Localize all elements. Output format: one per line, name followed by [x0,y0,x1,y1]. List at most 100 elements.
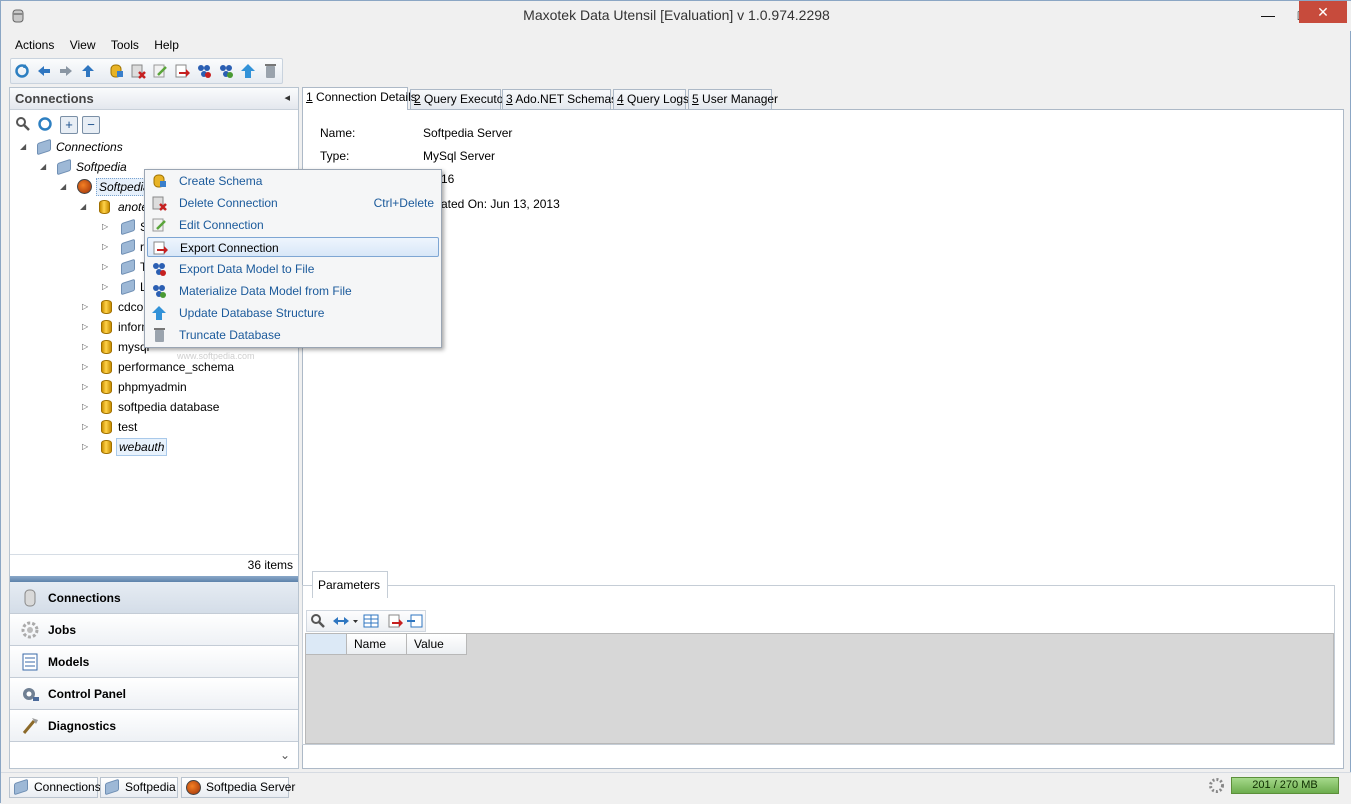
tab-connection-details[interactable]: 1 Connection Details [302,87,417,110]
menu-item-materialize-data-model[interactable]: Materialize Data Model from File [147,281,439,301]
control-panel-icon [20,684,40,704]
folder-icon [121,258,135,276]
search-icon[interactable] [310,613,326,629]
update-db-icon[interactable] [240,63,256,79]
menu-help[interactable]: Help [148,35,185,55]
create-schema-icon [151,173,167,189]
collapsed-arrow-icon[interactable]: ▷ [102,258,108,276]
nav-jobs[interactable]: Jobs [10,614,298,646]
row-header-corner [306,634,347,655]
collapsed-arrow-icon[interactable]: ▷ [82,318,88,336]
version-value-fragment: 16 [441,172,455,186]
folder-icon [121,278,135,296]
expanded-arrow-icon[interactable]: ◢ [60,178,66,196]
materialize-model-icon[interactable] [218,63,234,79]
export-connection-icon[interactable] [174,63,190,79]
export-model-icon[interactable] [196,63,212,79]
folder-icon [57,158,71,176]
menu-item-create-schema[interactable]: Create Schema [147,171,439,191]
tab-strip: 1 Connection Details 2 Query Executor 3 … [302,87,778,110]
breadcrumb-softpedia-server[interactable]: Softpedia Server [181,777,295,798]
menu-view[interactable]: View [64,35,102,55]
nav-control-panel[interactable]: Control Panel [10,678,298,710]
name-label: Name: [320,126,356,140]
more-nav-icon[interactable]: ⌄ [280,748,290,762]
connections-icon [20,588,40,608]
truncate-db-icon[interactable] [262,63,278,79]
database-icon [99,200,110,214]
collapsed-arrow-icon[interactable]: ▷ [82,338,88,356]
menu-actions[interactable]: Actions [9,35,60,55]
menu-item-export-data-model[interactable]: Export Data Model to File [147,259,439,279]
collapsed-arrow-icon[interactable]: ▷ [82,398,88,416]
database-icon [101,300,112,314]
collapsed-arrow-icon[interactable]: ▷ [102,278,108,296]
expand-all-icon[interactable]: + [60,116,78,134]
expanded-arrow-icon[interactable]: ◢ [20,138,26,156]
folder-icon [14,778,28,796]
minimize-button[interactable]: — [1251,1,1285,29]
create-schema-icon[interactable] [108,63,124,79]
database-icon [101,320,112,334]
collapsed-arrow-icon[interactable]: ▷ [82,438,88,456]
watermark: www.softpedia.com [177,351,255,361]
tab-user-manager[interactable]: 5 User Manager [688,89,778,109]
expanded-arrow-icon[interactable]: ◢ [80,198,86,216]
mysql-server-icon [186,780,201,795]
collapse-panel-icon[interactable]: ◂ [284,91,290,104]
busy-indicator-icon [1208,777,1225,794]
database-icon [101,360,112,374]
collapse-all-icon[interactable]: − [82,116,100,134]
collapsed-arrow-icon[interactable]: ▷ [102,218,108,236]
delete-connection-icon[interactable] [130,63,146,79]
export-connection-icon [152,240,168,256]
breadcrumb-connections[interactable]: Connections [9,777,101,798]
back-icon[interactable] [36,63,52,79]
jobs-icon [20,620,40,640]
columns-icon[interactable] [363,613,379,629]
collapsed-arrow-icon[interactable]: ▷ [82,378,88,396]
nav-diagnostics[interactable]: Diagnostics [10,710,298,742]
nav-connections[interactable]: Connections [10,582,298,614]
database-icon [101,400,112,414]
memory-usage: 201 / 270 MB [1231,777,1339,794]
parameters-tab[interactable]: Parameters [312,571,388,598]
tab-query-logs[interactable]: 4 Query Logs [613,89,689,109]
refresh-icon[interactable] [14,63,30,79]
database-icon [101,380,112,394]
parameters-grid: Name Value [305,633,1334,744]
nav-models[interactable]: Models [10,646,298,678]
menu-tools[interactable]: Tools [105,35,145,55]
search-icon[interactable] [14,116,32,134]
update-db-icon [151,305,167,321]
collapsed-arrow-icon[interactable]: ▷ [82,418,88,436]
menu-item-truncate-database[interactable]: Truncate Database [147,325,439,345]
export-icon[interactable] [387,613,403,629]
folder-icon [121,218,135,236]
menu-item-delete-connection[interactable]: Delete Connection Ctrl+Delete [147,193,439,213]
expanded-arrow-icon[interactable]: ◢ [40,158,46,176]
folder-icon [37,138,51,156]
parameters-toolbar [306,610,426,632]
menu-item-edit-connection[interactable]: Edit Connection [147,215,439,235]
menu-bar: Actions View Tools Help [9,35,1345,55]
forward-icon[interactable] [58,63,74,79]
import-icon[interactable] [407,613,423,629]
column-header-name[interactable]: Name [347,634,407,655]
up-icon[interactable] [80,63,96,79]
edit-connection-icon[interactable] [152,63,168,79]
column-header-value[interactable]: Value [407,634,467,655]
close-button[interactable]: ✕ [1299,1,1347,23]
tab-ado-net-schemas[interactable]: 3 Ado.NET Schemas [502,89,617,109]
collapsed-arrow-icon[interactable]: ▷ [82,298,88,316]
title-bar: Maxotek Data Utensil [Evaluation] v 1.0.… [1,1,1351,31]
collapsed-arrow-icon[interactable]: ▷ [82,358,88,376]
resize-columns-icon[interactable] [331,613,359,629]
tab-query-executor[interactable]: 2 Query Executor [410,89,507,109]
delete-connection-icon [151,195,167,211]
menu-item-update-database-structure[interactable]: Update Database Structure [147,303,439,323]
refresh-tree-icon[interactable] [36,116,54,134]
collapsed-arrow-icon[interactable]: ▷ [102,238,108,256]
breadcrumb-softpedia[interactable]: Softpedia [100,777,178,798]
menu-item-export-connection[interactable]: Export Connection [147,237,439,257]
